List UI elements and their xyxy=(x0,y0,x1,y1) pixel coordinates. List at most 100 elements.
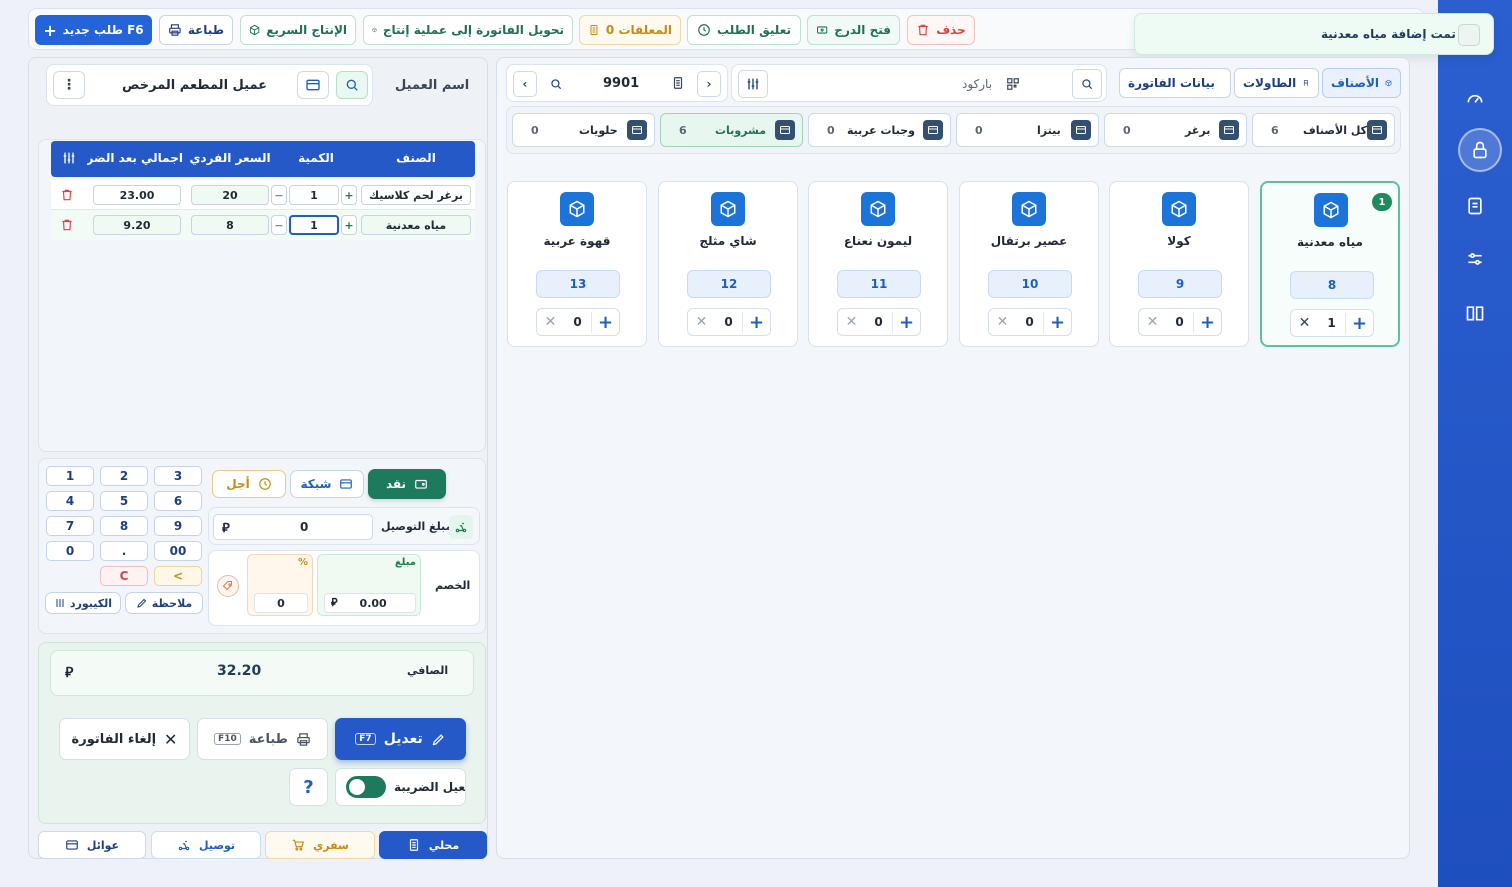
increase-quantity-button[interactable]: + xyxy=(1193,311,1221,333)
category-drinks[interactable]: 6 مشروبات xyxy=(660,113,803,147)
increase-quantity-button[interactable]: + xyxy=(1043,311,1071,333)
product-quantity[interactable]: 0 xyxy=(1166,315,1193,329)
discount-amount-input[interactable]: ⃁ 0.00 xyxy=(324,593,416,613)
remove-row-button[interactable] xyxy=(57,215,77,235)
key-2[interactable]: 2 xyxy=(100,466,148,486)
product-quantity[interactable]: 0 xyxy=(564,315,591,329)
product-quantity[interactable]: 1 xyxy=(1318,316,1345,330)
key-4[interactable]: 4 xyxy=(46,491,94,511)
delivery-tab[interactable]: توصيل xyxy=(151,831,261,859)
product-card[interactable]: عصير برتقال 10 ✕ 0 + xyxy=(959,181,1099,347)
clear-quantity-button[interactable]: ✕ xyxy=(537,314,564,330)
product-quantity[interactable]: 0 xyxy=(1016,315,1043,329)
invoice-data-tab[interactable]: بيانات الفاتورة xyxy=(1119,68,1231,98)
document-icon[interactable] xyxy=(1460,191,1490,221)
key-decimal[interactable]: . xyxy=(100,541,148,561)
help-button[interactable]: ? xyxy=(289,768,328,806)
hold-order-button[interactable]: تعليق الطلب xyxy=(687,15,801,45)
lock-icon[interactable] xyxy=(1458,128,1502,172)
qty-value[interactable]: 1 xyxy=(289,185,339,205)
increase-quantity-button[interactable]: + xyxy=(742,311,770,333)
delete-button[interactable]: حذف xyxy=(907,15,975,45)
qty-increase-button[interactable]: + xyxy=(341,215,357,235)
categories-tab[interactable]: الأصناف xyxy=(1322,68,1401,98)
book-icon[interactable] xyxy=(1460,298,1490,328)
category-desserts[interactable]: 0 حلويات xyxy=(512,113,655,147)
barcode-input[interactable]: باركود xyxy=(772,69,1028,99)
next-invoice-button[interactable]: ‹ xyxy=(513,71,537,97)
remove-row-button[interactable] xyxy=(57,185,77,205)
product-quantity[interactable]: 0 xyxy=(865,315,892,329)
clear-quantity-button[interactable]: ✕ xyxy=(1139,314,1166,330)
qty-increase-button[interactable]: + xyxy=(341,185,357,205)
increase-quantity-button[interactable]: + xyxy=(892,311,920,333)
new-order-button[interactable]: + طلب جديد F6 xyxy=(35,15,152,45)
increase-quantity-button[interactable]: + xyxy=(1345,312,1373,334)
clear-quantity-button[interactable]: ✕ xyxy=(989,314,1016,330)
quick-production-button[interactable]: الإنتاج السريع xyxy=(240,15,356,45)
discount-percent-input[interactable]: 0 xyxy=(254,593,308,613)
key-0[interactable]: 0 xyxy=(46,541,94,561)
product-card[interactable]: 1 مياه معدنية 8 ✕ 1 + xyxy=(1260,181,1400,347)
product-quantity[interactable]: 0 xyxy=(715,315,742,329)
key-00[interactable]: 00 xyxy=(154,541,202,561)
edit-invoice-button[interactable]: F7 تعديل xyxy=(335,718,466,760)
toast-close-button[interactable] xyxy=(1458,24,1480,46)
qty-value[interactable]: 1 xyxy=(289,215,339,235)
dashboard-icon[interactable] xyxy=(1460,84,1490,114)
product-card[interactable]: شاي مثلج 12 ✕ 0 + xyxy=(658,181,798,347)
local-tab[interactable]: محلي xyxy=(379,831,487,859)
clear-quantity-button[interactable]: ✕ xyxy=(688,314,715,330)
category-pizza[interactable]: 0 بيتزا xyxy=(956,113,1099,147)
column-settings-button[interactable] xyxy=(55,141,83,175)
key-6[interactable]: 6 xyxy=(154,491,202,511)
note-button[interactable]: ملاحظة xyxy=(125,592,203,614)
customer-card-button[interactable] xyxy=(297,71,329,99)
barcode-search-button[interactable] xyxy=(1072,69,1102,99)
key-3[interactable]: 3 xyxy=(154,466,202,486)
qty-decrease-button[interactable]: − xyxy=(271,185,287,205)
key-7[interactable]: 7 xyxy=(46,516,94,536)
qty-decrease-button[interactable]: − xyxy=(271,215,287,235)
product-card[interactable]: كولا 9 ✕ 0 + xyxy=(1109,181,1249,347)
open-drawer-button[interactable]: فتح الدرج xyxy=(807,15,900,45)
print-button[interactable]: طباعة xyxy=(159,15,233,45)
keyboard-button[interactable]: الكيبورد xyxy=(45,592,121,614)
filter-button[interactable] xyxy=(738,70,768,98)
category-all[interactable]: 6 كل الأصناف xyxy=(1252,113,1395,147)
takeaway-tab[interactable]: سفري xyxy=(265,831,375,859)
invoice-search-button[interactable] xyxy=(543,71,569,97)
key-1[interactable]: 1 xyxy=(46,466,94,486)
customer-search-button[interactable] xyxy=(336,71,368,99)
category-arabic-meals[interactable]: 0 وجبات عربية xyxy=(808,113,951,147)
deferred-payment-button[interactable]: أجل xyxy=(212,470,286,498)
previous-invoice-button[interactable]: › xyxy=(697,71,721,97)
clear-quantity-button[interactable]: ✕ xyxy=(1291,315,1318,331)
product-card[interactable]: قهوة عربية 13 ✕ 0 + xyxy=(507,181,647,347)
settings-sliders-icon[interactable] xyxy=(1460,244,1490,274)
key-9[interactable]: 9 xyxy=(154,516,202,536)
convert-invoice-button[interactable]: تحويل الفاتورة إلى عملية إنتاج xyxy=(363,15,573,45)
invoice-print-button[interactable]: F10 طباعة xyxy=(197,718,328,760)
delivery-amount-input[interactable]: ⃁ 0 xyxy=(213,514,373,540)
key-5[interactable]: 5 xyxy=(100,491,148,511)
key-backspace[interactable]: < xyxy=(154,566,202,586)
key-8[interactable]: 8 xyxy=(100,516,148,536)
held-orders-button[interactable]: المعلقات 0 xyxy=(579,15,681,45)
invoice-number[interactable]: 9901 xyxy=(603,76,639,91)
product-card[interactable]: ليمون نعناع 11 ✕ 0 + xyxy=(808,181,948,347)
families-tab[interactable]: عوائل xyxy=(38,831,146,859)
row-unit-price[interactable]: 8 xyxy=(191,215,269,235)
more-menu-button[interactable]: ⋮ xyxy=(53,71,85,99)
tables-tab[interactable]: الطاولات xyxy=(1234,68,1319,98)
network-payment-button[interactable]: شبكة xyxy=(290,470,364,498)
row-unit-price[interactable]: 20 xyxy=(191,185,269,205)
tag-icon[interactable] xyxy=(217,575,239,597)
cancel-invoice-button[interactable]: إلغاء الفاتورة ✕ xyxy=(59,718,190,760)
increase-quantity-button[interactable]: + xyxy=(591,311,619,333)
cash-payment-button[interactable]: نقد xyxy=(368,469,446,499)
tax-toggle-switch[interactable] xyxy=(346,776,386,798)
key-clear[interactable]: C xyxy=(100,566,148,586)
category-burger[interactable]: 0 برغر xyxy=(1104,113,1247,147)
clear-quantity-button[interactable]: ✕ xyxy=(838,314,865,330)
